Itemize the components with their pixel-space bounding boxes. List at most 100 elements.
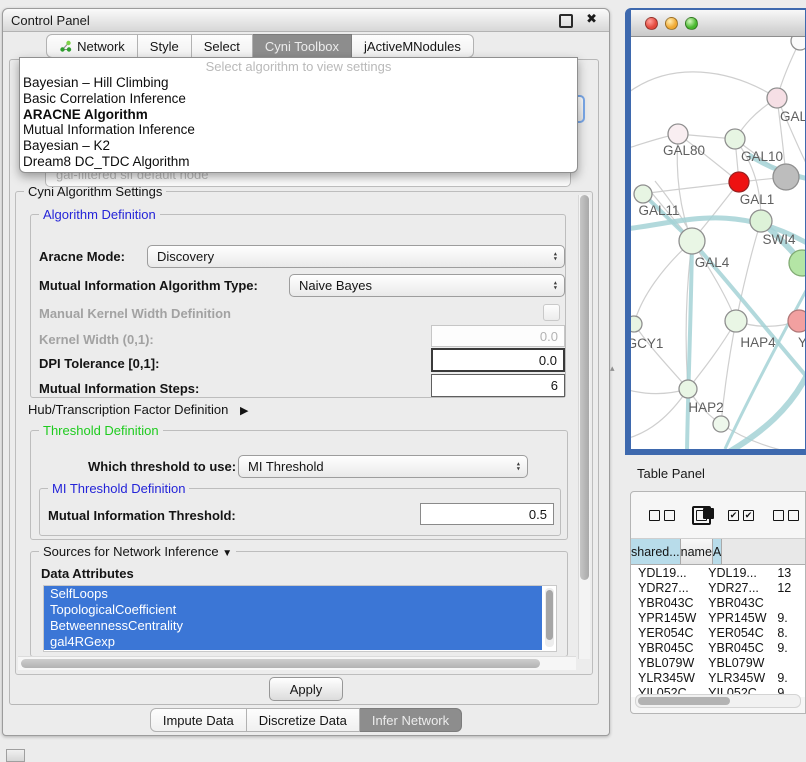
mi-threshold-label: Mutual Information Threshold:	[48, 508, 236, 523]
control-panel-tab[interactable]: Select	[192, 34, 253, 58]
settings-horizontal-scrollbar[interactable]	[18, 656, 576, 670]
attribute-item[interactable]: TopologicalCoefficient	[44, 602, 542, 618]
table-row[interactable]: YBR043C YBR043C	[631, 595, 805, 610]
node-label: GAL4	[695, 255, 730, 270]
network-node[interactable]	[631, 316, 642, 332]
table-row[interactable]: YBL079W YBL079W	[631, 655, 805, 670]
collapse-arrow-icon[interactable]: ▼	[222, 548, 232, 559]
table-horizontal-scrollbar[interactable]	[635, 694, 801, 708]
network-node[interactable]	[750, 210, 772, 232]
control-panel-tab[interactable]: Network	[46, 34, 138, 58]
table-row[interactable]: YDR27... YDR27... 12	[631, 580, 805, 595]
network-node[interactable]	[788, 310, 805, 332]
settings-vertical-scroll-thumb[interactable]	[580, 195, 589, 580]
manual-kernel-width-checkbox[interactable]	[543, 304, 560, 321]
network-node[interactable]	[725, 129, 745, 149]
network-edge[interactable]	[631, 72, 777, 98]
network-edge[interactable]	[631, 389, 688, 439]
attribute-item[interactable]: BetweennessCentrality	[44, 618, 542, 634]
algorithm-option[interactable]: Dream8 DC_TDC Algorithm	[20, 154, 577, 170]
mi-algorithm-type-value: Naive Bayes	[299, 278, 372, 293]
algorithm-option[interactable]: Bayesian – K2	[20, 138, 577, 154]
pane-divider-arrow-icon[interactable]: ▴	[610, 363, 615, 374]
aracne-mode-combo[interactable]: Discovery	[147, 245, 565, 268]
cell-shared-name: YDL19...	[631, 566, 701, 580]
table-row[interactable]: YLR345W YLR345W 9.	[631, 670, 805, 685]
table-panel: shared...nameA YDL19... YDL19... 13 YDR2…	[630, 491, 806, 714]
network-node[interactable]	[713, 416, 729, 432]
checked-pair-icon[interactable]	[726, 510, 756, 521]
close-icon[interactable]: ✖	[586, 11, 597, 27]
table-column-header[interactable]: shared...	[631, 539, 681, 564]
network-edge[interactable]	[688, 321, 736, 389]
hub-tf-definition-toggle[interactable]: Hub/Transcription Factor Definition ▶	[28, 402, 248, 417]
settings-vertical-scrollbar[interactable]	[578, 195, 590, 659]
attribute-item[interactable]: SelfLoops	[44, 586, 542, 602]
cyni-bottom-tab[interactable]: Impute Data	[150, 708, 247, 732]
control-panel-tab[interactable]: jActiveMNodules	[352, 34, 474, 58]
network-edge[interactable]	[729, 371, 805, 450]
node-label: GAL11	[638, 203, 679, 218]
network-node[interactable]	[791, 37, 805, 50]
network-edge[interactable]	[692, 241, 736, 321]
cell-name: YBR045C	[701, 641, 770, 655]
algorithm-dropdown-prompt: Select algorithm to view settings	[20, 58, 577, 75]
cell-value: 8.	[770, 626, 805, 640]
which-threshold-combo[interactable]: MI Threshold	[238, 455, 528, 478]
network-node[interactable]	[767, 88, 787, 108]
network-edge[interactable]	[634, 324, 688, 389]
expand-arrow-icon[interactable]: ▶	[240, 405, 248, 417]
algorithm-option[interactable]: Bayesian – Hill Climbing	[20, 75, 577, 91]
close-icon[interactable]	[645, 17, 658, 30]
mi-threshold-field[interactable]: 0.5	[420, 503, 554, 525]
table-row[interactable]: YDL19... YDL19... 13	[631, 565, 805, 580]
attribute-list-scroll-thumb[interactable]	[546, 590, 553, 640]
sources-group-title: Sources for Network Inference ▼	[39, 544, 236, 559]
cyni-bottom-tab[interactable]: Infer Network	[360, 708, 462, 732]
algorithm-option[interactable]: Mutual Information Inference	[20, 122, 577, 138]
table-row[interactable]: YBR045C YBR045C 9.	[631, 640, 805, 655]
cell-value: 13	[770, 566, 805, 580]
network-canvas[interactable]: GALGAL80GAL10GAL1GAL11GAL4SWI4GCY1HAP4YH…	[631, 37, 805, 450]
minimize-icon[interactable]	[665, 17, 678, 30]
network-node[interactable]	[725, 310, 747, 332]
control-panel-titlebar: Control Panel ✖	[3, 9, 609, 32]
gear-icon[interactable]	[647, 510, 677, 521]
table-row[interactable]: YER054C YER054C 8.	[631, 625, 805, 640]
table-column-header[interactable]: A	[713, 539, 722, 564]
attribute-item[interactable]: gal4RGexp	[44, 634, 542, 650]
network-node[interactable]	[729, 172, 749, 192]
settings-horizontal-scroll-thumb[interactable]	[21, 659, 540, 668]
network-edge[interactable]	[687, 241, 692, 450]
network-node[interactable]	[773, 164, 799, 190]
control-panel-tab[interactable]: Cyni Toolbox	[253, 34, 352, 58]
dpi-tolerance-field[interactable]: 0.0	[431, 348, 565, 372]
network-node[interactable]	[668, 124, 688, 144]
which-threshold-value: MI Threshold	[248, 459, 324, 474]
kernel-width-field[interactable]: 0.0	[431, 325, 565, 347]
unchecked-pair-icon[interactable]	[771, 510, 801, 521]
algorithm-option[interactable]: Basic Correlation Inference	[20, 91, 577, 107]
float-window-icon[interactable]	[559, 14, 573, 28]
panel-resize-grip[interactable]	[6, 749, 25, 762]
network-edge[interactable]	[634, 241, 692, 324]
mi-algorithm-type-label: Mutual Information Algorithm Type:	[39, 278, 258, 293]
application-background: Control Panel ✖ Network	[0, 0, 806, 762]
algorithm-option[interactable]: ARACNE Algorithm	[20, 107, 577, 123]
cell-name: YDR27...	[701, 581, 770, 595]
split-columns-icon[interactable]	[692, 506, 711, 525]
table-column-header[interactable]: name	[681, 539, 713, 564]
mi-algorithm-type-combo[interactable]: Naive Bayes	[289, 274, 565, 297]
zoom-icon[interactable]	[685, 17, 698, 30]
mi-steps-field[interactable]: 6	[431, 374, 565, 397]
node-label: GAL1	[740, 192, 775, 207]
control-panel-tab[interactable]: Style	[138, 34, 192, 58]
network-node[interactable]	[679, 380, 697, 398]
table-row[interactable]: YPR145W YPR145W 9.	[631, 610, 805, 625]
attribute-list-scrollbar[interactable]	[545, 588, 554, 647]
apply-button[interactable]: Apply	[269, 677, 343, 701]
cyni-bottom-tab[interactable]: Discretize Data	[247, 708, 360, 732]
network-node[interactable]	[634, 185, 652, 203]
table-horizontal-scroll-thumb[interactable]	[638, 697, 730, 705]
network-node[interactable]	[679, 228, 705, 254]
